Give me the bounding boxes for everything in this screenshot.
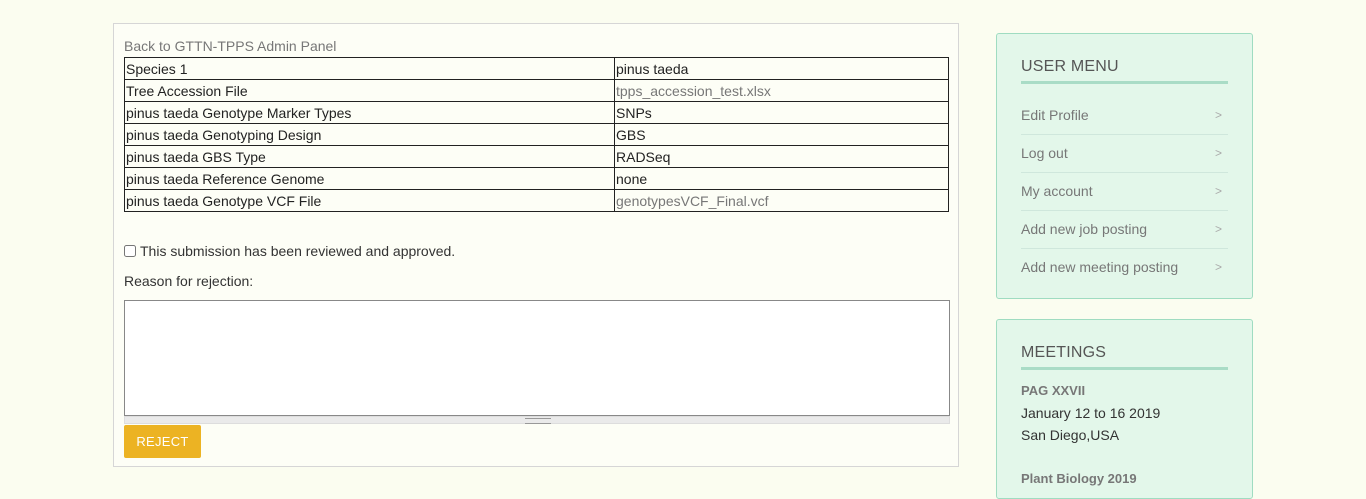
vcf-file-link[interactable]: genotypesVCF_Final.vcf [616,193,769,209]
table-cell-label: Species 1 [124,57,615,80]
table-row: Species 1 pinus taeda [124,57,949,80]
table-cell-value: tpps_accession_test.xlsx [614,79,949,102]
rejection-reason-label: Reason for rejection: [124,273,254,289]
menu-item-label: Log out [1021,145,1068,161]
table-cell-value: none [614,167,949,190]
textarea-resize-grip[interactable] [124,416,950,424]
table-cell-label: pinus taeda Genotype VCF File [124,189,615,212]
menu-item-label: Add new job posting [1021,221,1148,237]
table-cell-value: pinus taeda [614,57,949,80]
meeting-name[interactable]: PAG XXVII [1021,383,1085,398]
chevron-right-icon: > [1214,108,1222,122]
meetings-title: MEETINGS [1021,344,1107,361]
rejection-reason-textarea[interactable] [124,300,950,416]
table-cell-value: SNPs [614,101,949,124]
table-cell-label: Tree Accession File [124,79,615,102]
table-cell-label: pinus taeda GBS Type [124,145,615,168]
approve-checkbox-row[interactable]: This submission has been reviewed and ap… [124,243,455,259]
approve-checkbox[interactable] [124,245,136,257]
table-cell-value: GBS [614,123,949,146]
user-menu-title: USER MENU [1021,58,1119,75]
main-content: Back to GTTN-TPPS Admin Panel Species 1 … [113,23,959,467]
table-cell-value: genotypesVCF_Final.vcf [614,189,949,212]
meeting-location: San Diego,USA [1021,427,1120,443]
chevron-right-icon: > [1214,184,1222,198]
user-menu-item-add-meeting-posting[interactable]: Add new meeting posting > [1021,249,1228,286]
table-cell-label: pinus taeda Reference Genome [124,167,615,190]
table-row: pinus taeda GBS Type RADSeq [124,145,949,168]
menu-item-label: Add new meeting posting [1021,259,1179,275]
meeting-date: January 12 to 16 2019 [1021,405,1161,421]
grip-lines-icon [525,418,551,424]
user-menu-list: Edit Profile > Log out > My account > Add n… [1021,97,1228,286]
table-row: pinus taeda Genotyping Design GBS [124,123,949,146]
submission-details-table: Species 1 pinus taeda Tree Accession Fil… [124,57,949,212]
table-cell-value: RADSeq [614,145,949,168]
table-cell-label: pinus taeda Genotyping Design [124,123,615,146]
user-menu-item-my-account[interactable]: My account > [1021,173,1228,211]
user-menu-item-add-job-posting[interactable]: Add new job posting > [1021,211,1228,249]
meetings-panel: MEETINGS PAG XXVII January 12 to 16 2019… [996,319,1253,499]
title-underline [1021,81,1228,84]
approve-checkbox-label: This submission has been reviewed and ap… [140,243,456,259]
user-menu-panel: USER MENU Edit Profile > Log out > My acco… [996,33,1253,299]
table-row: Tree Accession File tpps_accession_test.… [124,79,949,102]
accession-file-link[interactable]: tpps_accession_test.xlsx [616,83,771,99]
user-menu-item-edit-profile[interactable]: Edit Profile > [1021,97,1228,135]
table-row: pinus taeda Genotype Marker Types SNPs [124,101,949,124]
table-cell-label: pinus taeda Genotype Marker Types [124,101,615,124]
menu-item-label: My account [1021,183,1093,199]
meeting-name[interactable]: Plant Biology 2019 [1021,471,1137,486]
title-underline [1021,367,1228,370]
reject-button[interactable]: REJECT [124,425,201,458]
chevron-right-icon: > [1214,146,1222,160]
back-to-admin-panel-link[interactable]: Back to GTTN-TPPS Admin Panel [124,38,336,54]
chevron-right-icon: > [1214,222,1222,236]
table-row: pinus taeda Genotype VCF File genotypesV… [124,189,949,212]
user-menu-item-log-out[interactable]: Log out > [1021,135,1228,173]
menu-item-label: Edit Profile [1021,107,1089,123]
chevron-right-icon: > [1214,260,1222,274]
table-row: pinus taeda Reference Genome none [124,167,949,190]
